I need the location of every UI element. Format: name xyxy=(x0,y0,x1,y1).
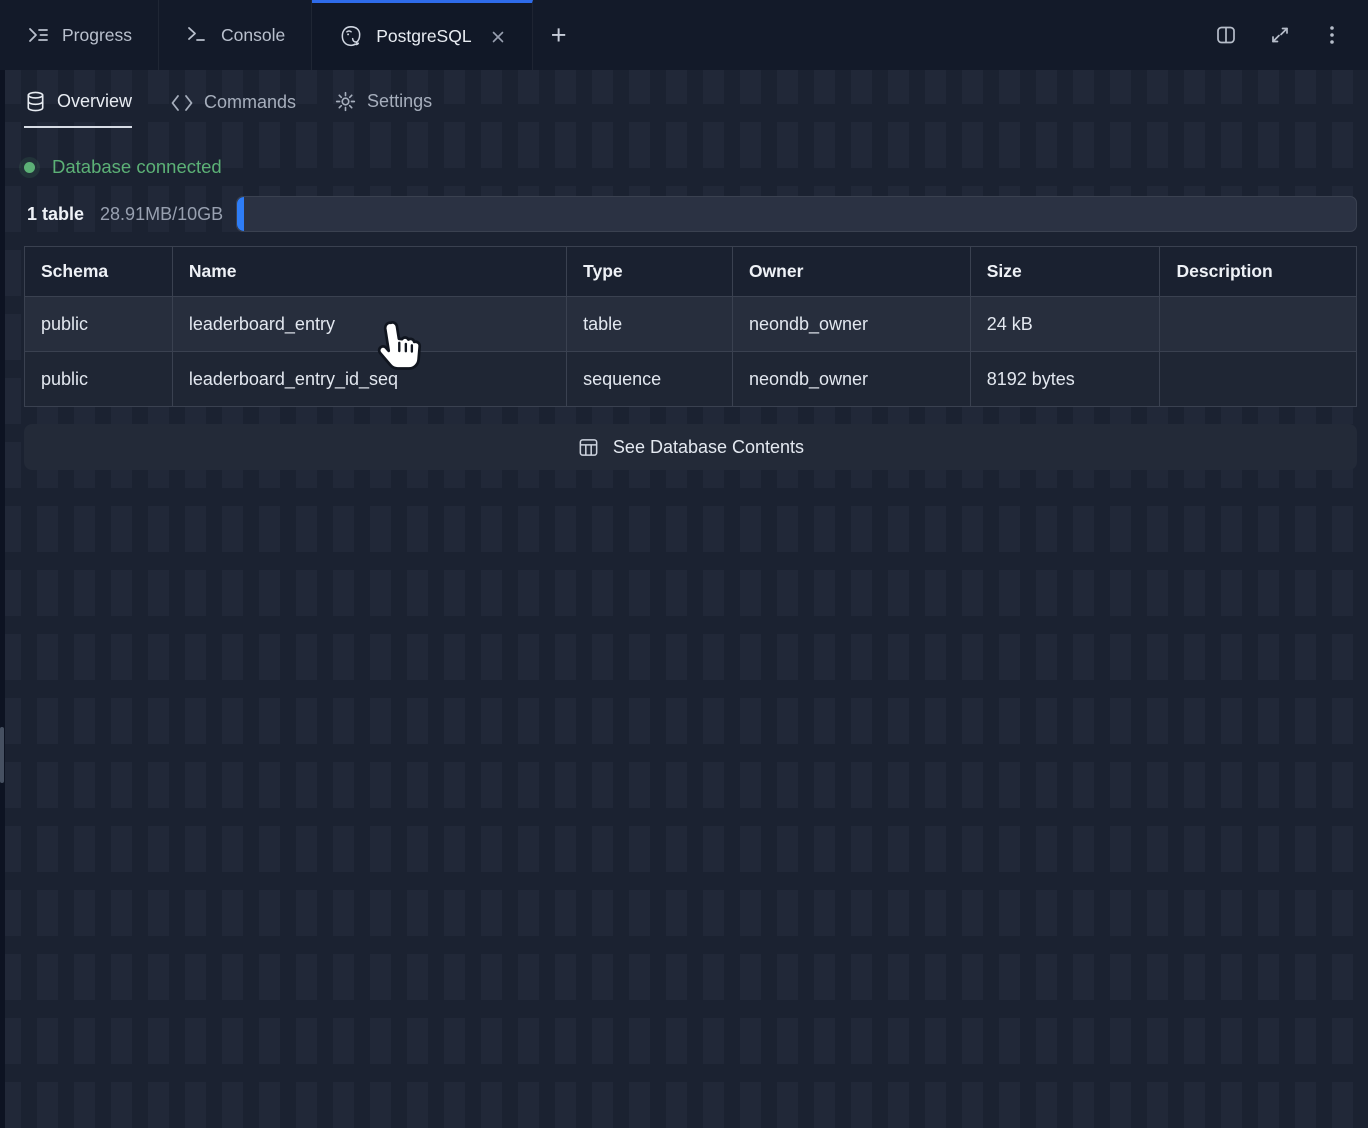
header-owner: Owner xyxy=(732,247,970,297)
header-size: Size xyxy=(970,247,1160,297)
subtab-commands[interactable]: Commands xyxy=(170,92,296,128)
header-schema: Schema xyxy=(25,247,173,297)
header-description: Description xyxy=(1160,247,1357,297)
close-icon[interactable] xyxy=(490,29,506,45)
table-grid-icon xyxy=(577,436,600,459)
button-label: See Database Contents xyxy=(613,437,804,458)
subtab-label: Overview xyxy=(57,91,132,112)
cell-name: leaderboard_entry xyxy=(172,297,566,352)
cell-owner: neondb_owner xyxy=(732,297,970,352)
cell-owner: neondb_owner xyxy=(732,352,970,407)
table-row-leaderboard-entry[interactable]: public leaderboard_entry table neondb_ow… xyxy=(25,297,1357,352)
cell-description xyxy=(1160,352,1357,407)
db-status: Database connected xyxy=(24,156,222,178)
tab-console[interactable]: Console xyxy=(159,0,312,70)
subtab-label: Commands xyxy=(204,92,296,113)
tab-postgresql[interactable]: PostgreSQL xyxy=(312,0,532,70)
cell-size: 24 kB xyxy=(970,297,1160,352)
cell-size: 8192 bytes xyxy=(970,352,1160,407)
pane-left-edge xyxy=(0,0,5,1128)
cell-name: leaderboard_entry_id_seq xyxy=(172,352,566,407)
gear-icon xyxy=(334,90,357,113)
subtab-label: Settings xyxy=(367,91,432,112)
progress-icon xyxy=(26,23,50,47)
storage-progress-fill xyxy=(237,197,244,231)
expand-icon[interactable] xyxy=(1268,23,1292,47)
postgresql-elephant-icon xyxy=(338,24,364,50)
cell-schema: public xyxy=(25,352,173,407)
tab-label: Console xyxy=(221,25,285,46)
header-type: Type xyxy=(567,247,733,297)
see-database-contents-button[interactable]: See Database Contents xyxy=(24,424,1357,470)
table-row-leaderboard-entry-id-seq[interactable]: public leaderboard_entry_id_seq sequence… xyxy=(25,352,1357,407)
table-header-row: Schema Name Type Owner Size Description xyxy=(25,247,1357,297)
subtab-settings[interactable]: Settings xyxy=(334,90,432,128)
storage-quota: 28.91MB/10GB xyxy=(100,204,223,225)
new-tab-button[interactable]: + xyxy=(533,0,585,70)
storage-progress-bar xyxy=(236,196,1357,232)
status-text: Database connected xyxy=(52,156,222,178)
code-icon xyxy=(170,93,194,113)
cell-description xyxy=(1160,297,1357,352)
terminal-icon xyxy=(185,23,209,47)
kebab-menu-icon[interactable] xyxy=(1322,24,1342,46)
subtab-overview[interactable]: Overview xyxy=(24,90,132,128)
split-pane-icon[interactable] xyxy=(1214,23,1238,47)
tab-label: PostgreSQL xyxy=(376,26,471,47)
status-dot-icon xyxy=(24,162,35,173)
usage-row: 1 table 28.91MB/10GB xyxy=(24,196,1357,232)
pane-actions xyxy=(1214,0,1368,70)
cell-type: table xyxy=(567,297,733,352)
pane-resize-handle[interactable] xyxy=(0,727,4,783)
header-name: Name xyxy=(172,247,566,297)
tab-label: Progress xyxy=(62,25,132,46)
tab-progress[interactable]: Progress xyxy=(0,0,159,70)
table-count: 1 table xyxy=(27,204,84,225)
subtab-bar: Overview Commands Settings xyxy=(0,70,1368,128)
tab-bar: Progress Console PostgreSQL xyxy=(0,0,1368,70)
cell-schema: public xyxy=(25,297,173,352)
database-icon xyxy=(24,90,47,113)
plus-icon: + xyxy=(551,20,567,51)
cell-type: sequence xyxy=(567,352,733,407)
db-objects-table: Schema Name Type Owner Size Description … xyxy=(24,246,1357,407)
